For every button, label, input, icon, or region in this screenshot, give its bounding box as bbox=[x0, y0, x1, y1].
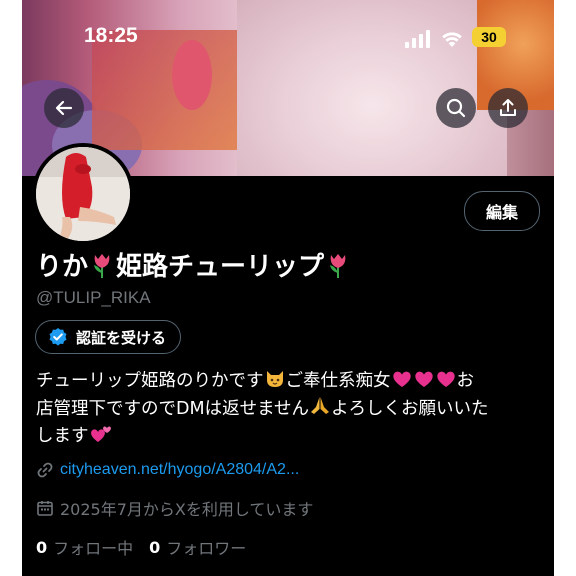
joined-date: 2025年7月からXを利用しています bbox=[36, 496, 313, 520]
heart-emoji-icon bbox=[392, 371, 411, 387]
back-button[interactable] bbox=[44, 88, 84, 128]
followers-label: フォロワー bbox=[166, 539, 247, 558]
cat-face-emoji-icon bbox=[266, 371, 283, 387]
bio-text-2: ご奉仕系痴女 bbox=[285, 371, 391, 391]
bio-text-5: よろしくお願いいた bbox=[331, 399, 489, 419]
profile-screen: 18:25 30 編集 りか 姫路チューリップ @TULIP_RIKA 認証を受… bbox=[22, 0, 554, 576]
bio-text-3: お bbox=[456, 371, 475, 391]
share-button[interactable] bbox=[488, 88, 528, 128]
profile-link[interactable]: cityheaven.net/hyogo/A2804/A2... bbox=[36, 461, 299, 479]
followers-link[interactable]: 0 フォロワー bbox=[149, 535, 246, 559]
tulip-emoji-icon bbox=[94, 253, 110, 278]
profile-bio: チューリップ姫路のりかです ご奉仕系痴女 お 店管理下ですのでDMは返せません よろし… bbox=[36, 368, 546, 450]
edit-profile-button[interactable]: 編集 bbox=[464, 191, 540, 231]
heart-emoji-icon bbox=[414, 371, 433, 387]
display-name: りか 姫路チューリップ bbox=[36, 246, 352, 283]
bio-text-6: します bbox=[36, 426, 89, 446]
status-time: 18:25 bbox=[84, 24, 138, 47]
battery-icon: 30 bbox=[472, 27, 506, 47]
followers-count: 0 bbox=[149, 537, 161, 557]
banner-backdrop bbox=[92, 30, 242, 150]
following-count: 0 bbox=[36, 537, 48, 557]
following-link[interactable]: 0 フォロー中 bbox=[36, 535, 133, 559]
two-hearts-emoji-icon bbox=[90, 426, 111, 442]
wifi-icon bbox=[442, 32, 462, 47]
folded-hands-emoji-icon bbox=[311, 397, 330, 414]
user-handle: @TULIP_RIKA bbox=[36, 288, 151, 307]
avatar[interactable] bbox=[32, 143, 134, 245]
share-icon bbox=[500, 99, 516, 116]
banner-dress bbox=[237, 0, 507, 176]
joined-text: 2025年7月からXを利用しています bbox=[60, 500, 314, 519]
avatar-photo bbox=[36, 147, 130, 241]
get-verified-button[interactable]: 認証を受ける bbox=[35, 320, 182, 354]
guitar-decor bbox=[172, 40, 212, 110]
verified-badge-icon bbox=[49, 328, 67, 346]
verify-label: 認証を受ける bbox=[76, 328, 167, 347]
link-text[interactable]: cityheaven.net/hyogo/A2804/A2... bbox=[60, 461, 299, 479]
link-icon bbox=[37, 462, 53, 478]
calendar-icon bbox=[37, 501, 53, 516]
battery-level: 30 bbox=[481, 29, 497, 45]
heart-emoji-icon bbox=[436, 371, 455, 387]
search-button[interactable] bbox=[436, 88, 476, 128]
display-name-part2: 姫路チューリップ bbox=[116, 252, 325, 282]
tulip-emoji-icon bbox=[330, 253, 346, 278]
follow-stats: 0 フォロー中 0 フォロワー bbox=[36, 535, 246, 559]
display-name-part1: りか bbox=[36, 252, 89, 282]
signal-icon bbox=[405, 30, 430, 48]
following-label: フォロー中 bbox=[53, 539, 134, 558]
bio-text: チューリップ姫路のりかです bbox=[36, 371, 264, 391]
bio-text-4: 店管理下ですのでDMは返せません bbox=[36, 399, 310, 419]
search-icon bbox=[446, 98, 466, 118]
arrow-left-icon bbox=[55, 100, 73, 116]
